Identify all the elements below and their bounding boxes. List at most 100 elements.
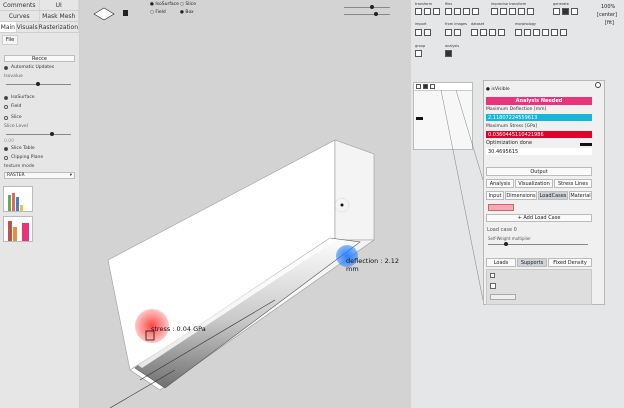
deflection-label: deflection : 2.12 mm	[346, 257, 400, 273]
checkbox-icon[interactable]	[490, 273, 495, 278]
warp-icon[interactable]	[491, 8, 498, 15]
tab-fixed-density[interactable]: Fixed Density	[548, 258, 592, 267]
tab-loads[interactable]: Loads	[486, 258, 516, 267]
tab-curves[interactable]: Curves	[0, 11, 40, 21]
group-icon[interactable]	[415, 50, 422, 57]
automatic-updates-option[interactable]: Automatic Updates	[4, 64, 75, 71]
slider-knob[interactable]	[374, 12, 378, 16]
texture-mode-value: RASTER	[7, 173, 25, 178]
fill-icon[interactable]	[560, 29, 567, 36]
tab-mask-mesh[interactable]: Mask Mesh	[39, 11, 79, 21]
self-weight-slider[interactable]	[488, 241, 588, 247]
view-slider-2[interactable]	[344, 11, 390, 17]
import-volume-icon[interactable]	[424, 29, 431, 36]
close-morph-icon[interactable]	[542, 29, 549, 36]
tab-dimensions[interactable]: Dimensions	[505, 191, 537, 200]
analysis-icon[interactable]	[445, 50, 452, 57]
slice-table-option[interactable]: Slice Table	[4, 145, 75, 152]
image-import-icon[interactable]	[454, 29, 461, 36]
smooth-icon[interactable]	[551, 29, 558, 36]
cylinder-icon[interactable]	[571, 8, 578, 15]
cube-icon[interactable]	[553, 8, 560, 15]
radio-icon	[4, 104, 8, 109]
open-file-icon[interactable]	[445, 8, 452, 15]
bar-graph-icon	[8, 221, 29, 241]
isovalue-slider[interactable]	[6, 81, 71, 87]
tab-file[interactable]: File	[2, 35, 18, 45]
recolor-button[interactable]: Recce	[4, 55, 75, 62]
dataset-settings-icon[interactable]	[489, 29, 496, 36]
box-radio-option[interactable]: ● Box	[180, 10, 194, 15]
center-button[interactable]: [center]	[597, 12, 617, 18]
field-option[interactable]: Field	[4, 103, 75, 110]
viewport-3d[interactable]: ● IsoSurface ○ Field ○ Slice ● Box defle…	[80, 0, 411, 408]
slice-option[interactable]: Slice	[4, 114, 75, 121]
twist-icon[interactable]	[509, 8, 516, 15]
scene-canvas[interactable]	[80, 0, 411, 408]
image-stack-icon[interactable]	[445, 29, 452, 36]
texture-preview-1	[3, 186, 33, 212]
texture-mode-label: texture mode	[4, 164, 35, 169]
texture-mode-select[interactable]: RASTER ▾	[4, 172, 75, 179]
tab-stress-lines[interactable]: Stress Lines	[554, 179, 592, 188]
tab-comments[interactable]: Comments	[0, 0, 40, 10]
tab-material[interactable]: Material	[569, 191, 592, 200]
tab-analysis[interactable]: Analysis	[486, 179, 514, 188]
import-mesh-icon[interactable]	[415, 29, 422, 36]
slider-knob[interactable]	[36, 82, 40, 86]
erode-icon[interactable]	[524, 29, 531, 36]
taper-icon[interactable]	[518, 8, 525, 15]
tab-visuals[interactable]: Visuals	[16, 22, 39, 32]
field-radio-option[interactable]: ○ Field	[150, 10, 166, 15]
tab-input[interactable]: Input	[486, 191, 504, 200]
clipping-plane-label: Clipping Plane	[11, 155, 44, 160]
add-icon[interactable]	[490, 283, 496, 289]
isovalue-label: Isovalue	[4, 74, 23, 79]
dataset-icon[interactable]	[471, 29, 478, 36]
optimization-status: Optimization done	[486, 140, 533, 146]
slice-level-slider[interactable]	[6, 131, 71, 137]
sphere-icon[interactable]	[562, 8, 569, 15]
slider-knob[interactable]	[50, 132, 54, 136]
load-case-chip[interactable]	[488, 204, 514, 211]
dataset-grid-icon[interactable]	[480, 29, 487, 36]
fit-button[interactable]: [fit]	[605, 20, 614, 26]
move-icon[interactable]	[415, 8, 422, 15]
isosurface-radio-option[interactable]: ● IsoSurface	[150, 2, 179, 7]
export-icon[interactable]	[463, 8, 470, 15]
tab-ui[interactable]: UI	[39, 0, 79, 10]
analysis-needed-banner: Analysis Needed	[486, 97, 592, 105]
save-icon[interactable]	[454, 8, 461, 15]
tab-visualization[interactable]: Visualization	[515, 179, 553, 188]
dataset-add-icon[interactable]	[498, 29, 505, 36]
dilate-icon[interactable]	[515, 29, 522, 36]
axis-gizmo-icon[interactable]	[93, 7, 128, 21]
group-label-generate: generate	[553, 2, 569, 6]
bend-icon[interactable]	[500, 8, 507, 15]
add-load-case-button[interactable]: + Add Load Case	[486, 214, 592, 222]
close-icon[interactable]	[595, 82, 601, 88]
group-label-transform: transform	[415, 2, 433, 6]
automatic-updates-label: Automatic Updates	[11, 65, 55, 70]
toolbar: transform files imprecise transform gene…	[415, 2, 605, 62]
group-label-dataset: dataset	[471, 22, 485, 26]
rotate-icon[interactable]	[424, 8, 431, 15]
slice-radio-option[interactable]: ○ Slice	[180, 2, 196, 7]
scale-icon[interactable]	[433, 8, 440, 15]
grid-icon[interactable]	[472, 8, 479, 15]
tab-rasterization[interactable]: Rasterization	[38, 22, 79, 32]
clipping-plane-option[interactable]: Clipping Plane	[4, 154, 75, 161]
output-button[interactable]: Output	[486, 167, 592, 176]
tab-loadcases[interactable]: LoadCases	[538, 191, 568, 200]
visible-toggle[interactable]: ● isVisible	[486, 87, 510, 92]
back-wall	[334, 139, 375, 241]
open-morph-icon[interactable]	[533, 29, 540, 36]
view-slider-1[interactable]	[344, 4, 390, 10]
slider-knob[interactable]	[504, 242, 508, 246]
tab-main[interactable]: Main	[0, 22, 17, 32]
support-item[interactable]	[490, 294, 516, 300]
stretch-icon[interactable]	[527, 8, 534, 15]
tab-supports[interactable]: Supports	[517, 258, 547, 267]
isosurface-option[interactable]: IsoSurface	[4, 94, 75, 101]
slider-knob[interactable]	[370, 5, 374, 9]
